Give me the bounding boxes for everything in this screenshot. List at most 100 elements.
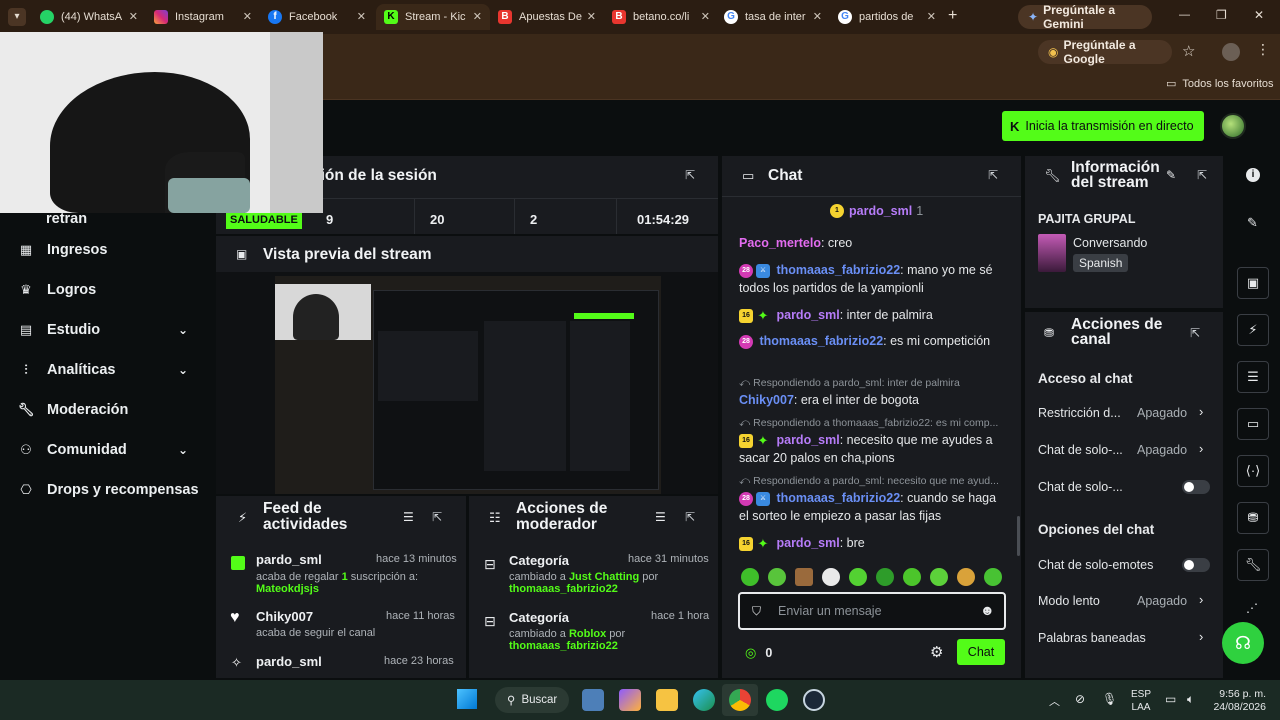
copilot-icon[interactable] xyxy=(619,689,641,711)
filter-icon[interactable]: ☰ xyxy=(655,510,666,524)
emote-icon[interactable] xyxy=(984,568,1002,586)
chat-scrollbar[interactable] xyxy=(1017,516,1020,556)
close-icon[interactable]: ✕ xyxy=(243,10,252,23)
feed-item-name[interactable]: Chiky007 xyxy=(256,609,313,624)
rail-chat-button[interactable]: ▭ xyxy=(1237,408,1269,440)
emote-icon[interactable] xyxy=(768,568,786,586)
sidebar-item-moderacion[interactable]: 🔧︎ Moderación xyxy=(18,398,129,422)
language-indicator[interactable]: ESP LAA xyxy=(1131,688,1151,714)
tab-google-tasa[interactable]: G tasa de inter ✕ xyxy=(716,4,830,30)
expand-icon[interactable]: ⇱ xyxy=(1197,168,1211,182)
sidebar-item-ingresos[interactable]: ▦ Ingresos xyxy=(18,238,108,262)
tab-instagram[interactable]: Instagram ✕ xyxy=(146,4,260,30)
spotify-icon[interactable] xyxy=(766,689,788,711)
stream-preview-video[interactable] xyxy=(275,276,661,494)
chat-username[interactable]: thomaaas_fabrizio22 xyxy=(776,491,900,505)
minimize-button[interactable]: — xyxy=(1179,9,1190,21)
category-name[interactable]: Conversando xyxy=(1073,236,1147,250)
emote-icon[interactable] xyxy=(957,568,975,586)
info-icon[interactable]: i xyxy=(1246,168,1260,182)
chat-username[interactable]: Paco_mertelo xyxy=(739,236,821,250)
tab-apuestas[interactable]: B Apuestas De ✕ xyxy=(490,4,604,30)
close-icon[interactable]: ✕ xyxy=(357,10,366,23)
chrome-icon[interactable] xyxy=(729,689,751,711)
emote-icon[interactable] xyxy=(822,568,840,586)
settings-gear-icon[interactable]: ⚙ xyxy=(930,643,943,661)
rail-bolt-button[interactable]: ⚡︎ xyxy=(1237,314,1269,346)
volume-icon[interactable]: 🔈︎ xyxy=(1187,692,1194,707)
chat-username[interactable]: thomaaas_fabrizio22 xyxy=(776,263,900,277)
taskbar-search[interactable]: ⚲ Buscar xyxy=(495,687,569,713)
close-icon[interactable]: ✕ xyxy=(927,10,936,23)
chat-username[interactable]: Chiky007 xyxy=(739,393,794,407)
close-icon[interactable]: ✕ xyxy=(701,10,710,23)
filter-icon[interactable]: ☰ xyxy=(403,510,414,524)
user-avatar[interactable] xyxy=(1220,113,1246,139)
emote-icon[interactable] xyxy=(930,568,948,586)
feed-item-name[interactable]: pardo_sml xyxy=(256,552,322,567)
chat-username[interactable]: pardo_sml xyxy=(776,433,839,447)
sidebar-item-drops[interactable]: ⎔ Drops y recompensas xyxy=(18,478,198,502)
mod-desc-highlight[interactable]: Roblox xyxy=(569,628,606,640)
expand-icon[interactable]: ⇱ xyxy=(432,510,446,524)
microphone-icon[interactable]: 🎙︎ xyxy=(1102,692,1117,706)
go-live-button[interactable]: K Inicia la transmisión en directo xyxy=(1002,111,1204,141)
pencil-icon[interactable]: ✎ xyxy=(1247,215,1258,231)
emote-icon[interactable] xyxy=(795,568,813,586)
tab-search-dropdown[interactable]: ▾ xyxy=(8,8,26,26)
points-display[interactable]: ◎ 0 xyxy=(745,645,772,661)
new-tab-button[interactable]: + xyxy=(948,7,957,25)
tab-whatsapp[interactable]: (44) WhatsA ✕ xyxy=(32,4,146,30)
maximize-button[interactable]: ❐ xyxy=(1216,8,1227,22)
share-icon[interactable]: ⋰ xyxy=(1246,601,1258,615)
emote-icon[interactable] xyxy=(849,568,867,586)
sidebar-item-analiticas[interactable]: ⫶ Analíticas ⌄ xyxy=(18,358,208,382)
edge-icon[interactable] xyxy=(693,689,715,711)
favorites-folder[interactable]: ▭ Todos los favoritos xyxy=(1166,77,1274,91)
emote-icon[interactable] xyxy=(876,568,894,586)
pinned-user[interactable]: 1 pardo_sml 1 xyxy=(830,204,923,218)
chat-username[interactable]: pardo_sml xyxy=(776,536,839,550)
mod-desc-highlight[interactable]: Just Chatting xyxy=(569,571,639,583)
rail-list-button[interactable]: ☰ xyxy=(1237,361,1269,393)
expand-icon[interactable]: ⇱ xyxy=(685,510,699,524)
clock[interactable]: 9:56 p. m. 24/08/2026 xyxy=(1210,688,1266,714)
expand-icon[interactable]: ⇱ xyxy=(988,168,1002,182)
network-off-icon[interactable]: ⊘ xyxy=(1075,692,1085,706)
close-window-button[interactable]: ✕ xyxy=(1254,8,1264,22)
windows-start-icon[interactable] xyxy=(457,689,477,709)
rail-wrench-button[interactable]: 🔧︎ xyxy=(1237,549,1269,581)
chat-username[interactable]: pardo_sml xyxy=(776,308,839,322)
menu-icon[interactable]: ⋮ xyxy=(1256,41,1270,58)
feed-desc-highlight[interactable]: Mateokdjsjs xyxy=(256,583,319,595)
reply-context[interactable]: ⤺ Respondiendo a pardo_sml: necesito que… xyxy=(739,475,1005,488)
expand-icon[interactable]: ⇱ xyxy=(1190,326,1204,340)
reply-context[interactable]: ⤺ Respondiendo a thomaaas_fabrizio22: es… xyxy=(739,417,1005,430)
expand-icon[interactable]: ⇱ xyxy=(685,168,699,182)
file-explorer-icon[interactable] xyxy=(656,689,678,711)
star-icon[interactable]: ☆ xyxy=(1182,42,1195,60)
close-icon[interactable]: ✕ xyxy=(473,10,482,23)
mod-desc-user[interactable]: thomaaas_fabrizio22 xyxy=(509,640,618,652)
feed-item-name[interactable]: pardo_sml xyxy=(256,654,322,669)
emote-only-toggle[interactable] xyxy=(1182,558,1210,572)
monitor-icon[interactable]: ▭ xyxy=(1165,692,1176,706)
teams-icon[interactable] xyxy=(582,689,604,711)
support-button[interactable]: ☊ xyxy=(1222,622,1264,664)
close-icon[interactable]: ✕ xyxy=(813,10,822,23)
tab-stream-kick[interactable]: K Stream - Kic ✕ xyxy=(376,4,490,30)
close-icon[interactable]: ✕ xyxy=(129,10,138,23)
steam-icon[interactable] xyxy=(803,689,825,711)
mod-desc-user[interactable]: thomaaas_fabrizio22 xyxy=(509,583,618,595)
tab-betano[interactable]: B betano.co/li ✕ xyxy=(604,4,718,30)
edit-pencil-icon[interactable]: ✎ xyxy=(1166,168,1176,182)
tray-chevron-icon[interactable]: ︿ xyxy=(1049,693,1060,709)
sidebar-item-comunidad[interactable]: ⚇ Comunidad ⌄ xyxy=(18,438,208,462)
close-icon[interactable]: ✕ xyxy=(587,10,596,23)
emoji-icon[interactable]: ☻ xyxy=(980,602,995,618)
rail-video-button[interactable]: ▣ xyxy=(1237,267,1269,299)
emote-icon[interactable] xyxy=(741,568,759,586)
sidebar-item-logros[interactable]: ♛ Logros xyxy=(18,278,96,302)
gemini-button[interactable]: ✦ Pregúntale a Gemini xyxy=(1018,3,1152,31)
emote-icon[interactable] xyxy=(903,568,921,586)
